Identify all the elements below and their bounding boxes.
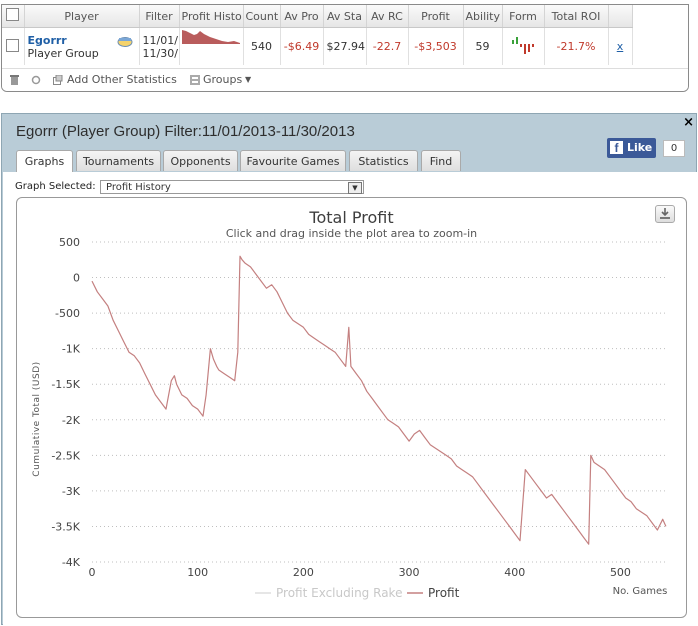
chart-container: Total Profit Click and drag inside the p…: [16, 197, 687, 618]
tab-find[interactable]: Find: [421, 150, 461, 171]
groups-dropdown[interactable]: Groups: [203, 73, 242, 86]
column-header[interactable]: Profit: [408, 5, 464, 28]
ability-cell: 59: [463, 27, 503, 65]
like-count: 0: [663, 140, 685, 157]
panel-title: Egorrr (Player Group) Filter:11/01/2013-…: [16, 123, 355, 140]
y-tick-label: -500: [55, 307, 80, 320]
series-line-profit[interactable]: [91, 255, 667, 545]
remove-row-link[interactable]: x: [608, 27, 633, 65]
column-header[interactable]: Player: [24, 5, 140, 28]
table-row: Egorrr Player Group 11/01/ 11/30/ 540 -$…: [2, 27, 633, 65]
filter-start: 11/01/: [142, 33, 178, 47]
statistics-table: Player Filter Profit Histo Count Av Pro …: [2, 5, 633, 65]
graph-select-dropdown[interactable]: Profit History ▼: [100, 180, 364, 194]
graph-selected-label: Graph Selected:: [15, 181, 96, 192]
x-tick-label: 400: [504, 566, 525, 579]
profit-history-sparkline: [179, 27, 244, 65]
graphs-tab-content: Graph Selected: Profit History ▼ Total P…: [3, 172, 697, 625]
x-tick-label: 500: [610, 566, 631, 579]
column-header[interactable]: Av RC: [366, 5, 409, 28]
column-header[interactable]: Total ROI: [544, 5, 609, 28]
y-tick-label: -2K: [62, 414, 81, 427]
like-label: Like: [627, 141, 653, 154]
tab-statistics[interactable]: Statistics: [349, 150, 418, 171]
av-profit-cell: -$6.49: [280, 27, 324, 65]
x-tick-label: 0: [89, 566, 96, 579]
profit-cell: -$3,503: [408, 27, 464, 65]
av-stake-cell: $27.94: [323, 27, 367, 65]
y-tick-label: 0: [73, 272, 80, 285]
tab-tournaments[interactable]: Tournaments: [76, 150, 161, 171]
y-tick-label: -2.5K: [51, 449, 80, 462]
column-header[interactable]: Ability: [463, 5, 503, 28]
group-icon: [117, 37, 132, 47]
remove-column-header: [608, 5, 633, 28]
filter-end: 11/30/: [142, 46, 178, 60]
y-tick-label: -1.5K: [51, 378, 80, 391]
tab-graphs[interactable]: Graphs: [16, 150, 73, 173]
y-tick-label: -4K: [62, 556, 81, 569]
close-icon[interactable]: ×: [683, 115, 694, 130]
y-axis-label: Cumulative Total (USD): [32, 361, 42, 476]
select-all-checkbox[interactable]: [2, 5, 25, 28]
graph-select-value: Profit History: [106, 182, 171, 193]
legend-item-profit-excluding-rake[interactable]: Profit Excluding Rake: [276, 586, 402, 600]
player-type: Player Group: [27, 46, 99, 60]
chevron-down-icon[interactable]: ▼: [348, 182, 362, 194]
row-checkbox[interactable]: [2, 27, 25, 65]
av-roi-cell: -22.7: [366, 27, 409, 65]
y-tick-label: -1K: [62, 343, 81, 356]
add-other-statistics-button[interactable]: Add Other Statistics: [67, 73, 177, 86]
legend-item-profit[interactable]: Profit: [428, 586, 460, 600]
profit-chart[interactable]: 500 0 -500 -1K -1.5K -2K -2.5K -3K -3.5K -4K 0 100…: [17, 198, 686, 617]
column-header[interactable]: Count: [243, 5, 281, 28]
column-header[interactable]: Filter: [139, 5, 180, 28]
column-header[interactable]: Profit Histo: [179, 5, 244, 28]
trash-icon[interactable]: [10, 75, 19, 85]
x-axis-label: No. Games: [613, 586, 668, 597]
chevron-down-icon: ▼: [245, 75, 252, 84]
total-roi-cell: -21.7%: [544, 27, 609, 65]
x-tick-label: 200: [293, 566, 314, 579]
refresh-icon[interactable]: [31, 75, 41, 85]
tab-favourite-games[interactable]: Favourite Games: [240, 150, 346, 171]
facebook-like-widget: f Like 0: [607, 138, 686, 158]
count-cell: 540: [243, 27, 281, 65]
facebook-icon: f: [610, 141, 623, 155]
legend: Profit Excluding Rake Profit: [255, 586, 460, 600]
column-header[interactable]: Av Pro: [280, 5, 324, 28]
add-stats-icon: [53, 75, 63, 85]
player-cell: Egorrr Player Group: [24, 27, 140, 65]
groups-icon: [190, 75, 200, 85]
x-tick-label: 300: [399, 566, 420, 579]
player-panel: Egorrr (Player Group) Filter:11/01/2013-…: [1, 113, 697, 625]
column-header[interactable]: Form: [502, 5, 545, 28]
like-button[interactable]: f Like: [607, 138, 656, 158]
y-tick-label: -3.5K: [51, 520, 80, 533]
stats-toolbar: Add Other Statistics Groups ▼: [2, 68, 688, 91]
x-tick-label: 100: [187, 566, 208, 579]
statistics-table-box: Player Filter Profit Histo Count Av Pro …: [1, 4, 689, 92]
filter-cell: 11/01/ 11/30/: [139, 27, 180, 65]
table-header-row: Player Filter Profit Histo Count Av Pro …: [2, 5, 633, 28]
form-sparkline: [502, 27, 545, 65]
column-header[interactable]: Av Sta: [323, 5, 367, 28]
tab-opponents[interactable]: Opponents: [163, 150, 238, 171]
y-tick-label: -3K: [62, 485, 81, 498]
y-tick-label: 500: [59, 236, 80, 249]
